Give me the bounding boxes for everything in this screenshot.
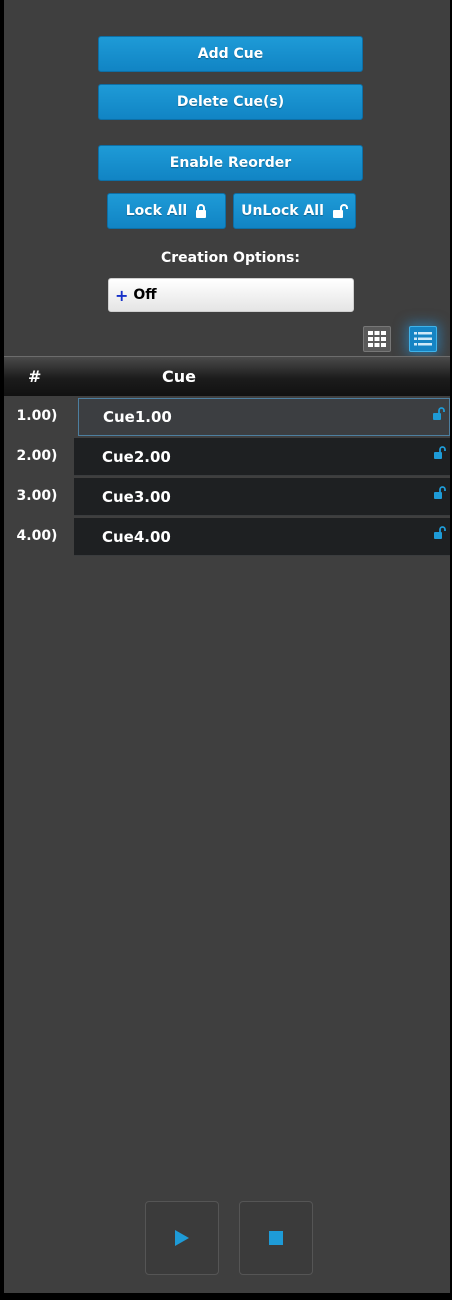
play-button[interactable] [145,1201,219,1275]
cue-cell[interactable]: Cue2.00 [74,438,450,476]
table-header: # Cue [4,356,450,396]
creation-options-dropdown[interactable]: + Off [108,278,354,312]
unlock-all-button[interactable]: UnLock All [233,193,356,229]
creation-options-label: Creation Options: [160,250,300,266]
cue-name: Cue4.00 [102,527,171,546]
delete-cues-button[interactable]: Delete Cue(s) [98,84,363,120]
stop-button[interactable] [239,1201,313,1275]
delete-cues-label: Delete Cue(s) [176,94,285,110]
cue-name: Cue1.00 [103,408,172,426]
row-number: 4.00) [16,528,58,544]
add-cue-label: Add Cue [197,46,264,62]
row-number: 3.00) [16,488,58,504]
list-view-icon [414,332,432,346]
unlock-icon [332,204,348,218]
play-icon [175,1230,189,1246]
list-view-button[interactable] [409,326,437,352]
cue-name: Cue2.00 [102,447,171,466]
unlock-icon[interactable] [433,407,445,421]
stop-icon [269,1231,283,1245]
row-number: 1.00) [16,408,58,424]
cue-cell[interactable]: Cue3.00 [74,478,450,516]
cue-cell[interactable]: Cue4.00 [74,518,450,556]
add-cue-button[interactable]: Add Cue [98,36,363,72]
grid-view-button[interactable] [363,326,391,352]
row-number: 2.00) [16,448,58,464]
lock-all-label: Lock All [125,203,188,219]
column-header-number: # [28,367,42,386]
column-header-cue: Cue [162,367,196,386]
cue-cell[interactable]: Cue1.00 [78,398,450,436]
plus-icon: + [115,285,129,305]
lock-all-button[interactable]: Lock All [107,193,226,229]
unlock-icon[interactable] [434,446,446,460]
grid-view-icon [368,331,386,347]
cue-panel: Add Cue Delete Cue(s) Enable Reorder Loc… [4,0,450,1293]
unlock-icon[interactable] [434,526,446,540]
unlock-icon[interactable] [434,486,446,500]
creation-options-value: Off [133,287,157,303]
enable-reorder-button[interactable]: Enable Reorder [98,145,363,181]
lock-icon [196,204,207,218]
cue-name: Cue3.00 [102,487,171,506]
unlock-all-label: UnLock All [241,203,324,219]
enable-reorder-label: Enable Reorder [169,155,292,171]
